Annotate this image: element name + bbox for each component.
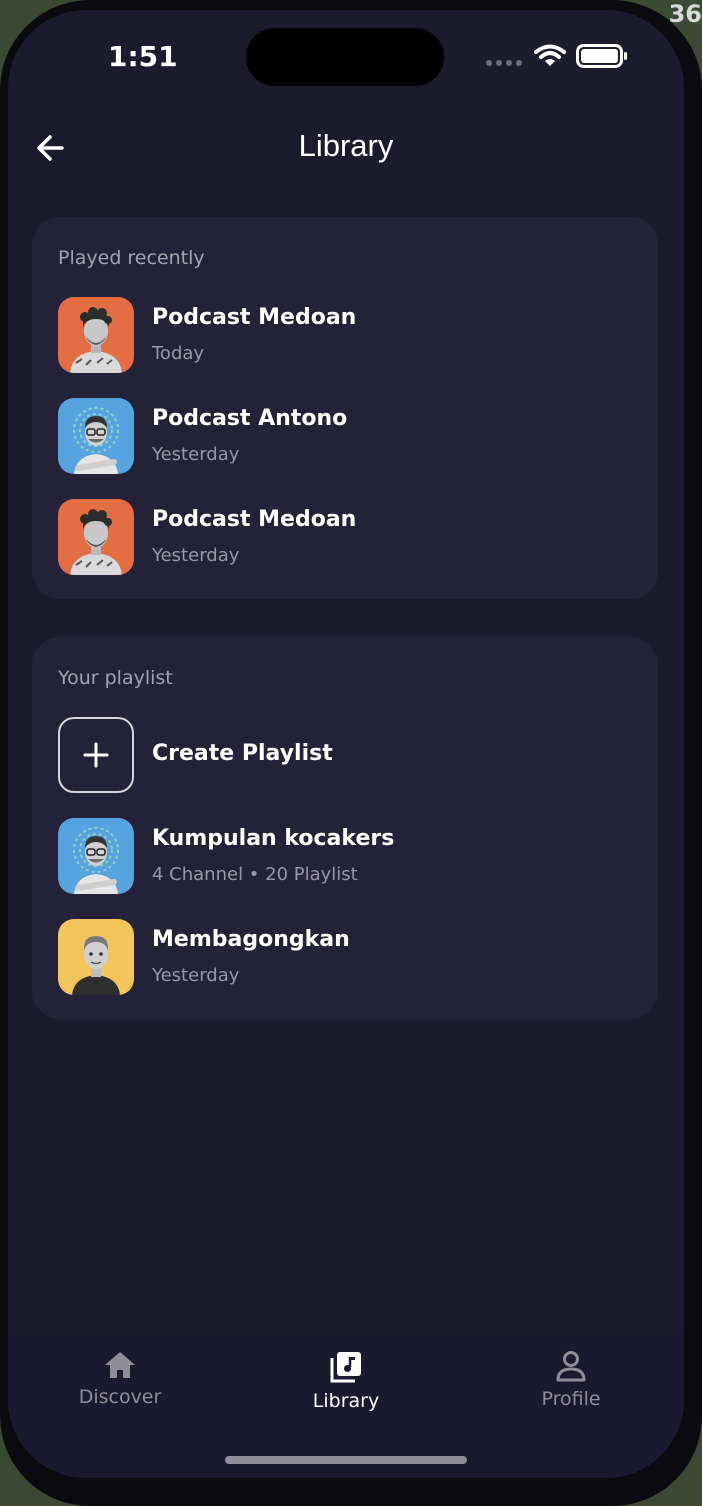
playlist-item[interactable]: Kumpulan kocakers 4 Channel • 20 Playlis… (58, 818, 638, 894)
create-playlist-box (58, 717, 134, 793)
podcast-thumbnail (58, 297, 134, 373)
profile-icon (556, 1351, 586, 1382)
podcast-thumbnail (58, 499, 134, 575)
wifi-icon (534, 44, 566, 66)
home-icon (105, 1352, 135, 1378)
tab-label: Profile (541, 1388, 601, 1410)
status-time: 1:51 (108, 40, 178, 73)
your-playlist-card: Your playlist Create Playlist Kumpulan k… (32, 637, 658, 1019)
tab-library[interactable]: Library (266, 1350, 426, 1420)
playlist-item[interactable]: Membagongkan Yesterday (58, 919, 638, 995)
tab-discover[interactable]: Discover (40, 1350, 200, 1420)
home-indicator[interactable] (225, 1456, 467, 1464)
tab-profile[interactable]: Profile (491, 1350, 651, 1420)
library-music-icon (330, 1352, 361, 1383)
played-recently-card: Played recently Podcast Medoan Today Pod… (32, 217, 658, 599)
phone-frame: 1:51 Library Played recently Podcast Med… (0, 0, 702, 1506)
item-subtitle: Yesterday (152, 545, 240, 566)
recent-item[interactable]: Podcast Medoan Today (58, 297, 638, 373)
item-subtitle: Today (152, 343, 205, 364)
podcast-thumbnail (58, 398, 134, 474)
dynamic-island (246, 28, 444, 86)
section-title: Played recently (58, 247, 205, 269)
item-subtitle: Yesterday (152, 965, 240, 986)
create-playlist-button[interactable]: Create Playlist (58, 717, 638, 793)
section-title: Your playlist (58, 667, 173, 689)
tab-label: Discover (78, 1386, 162, 1408)
app-screen: 1:51 Library Played recently Podcast Med… (8, 10, 684, 1478)
playlist-thumbnail (58, 818, 134, 894)
battery-icon (576, 44, 627, 68)
page-title: Library (298, 128, 394, 163)
item-title: Podcast Medoan (152, 305, 357, 330)
item-title: Membagongkan (152, 927, 350, 952)
recent-item[interactable]: Podcast Antono Yesterday (58, 398, 638, 474)
item-title: Podcast Antono (152, 406, 348, 431)
create-playlist-label: Create Playlist (152, 741, 333, 766)
plus-icon (83, 742, 109, 768)
item-title: Kumpulan kocakers (152, 826, 395, 851)
item-subtitle: Yesterday (152, 444, 240, 465)
cellular-signal-icon (486, 60, 522, 66)
tab-label: Library (312, 1390, 380, 1412)
playlist-thumbnail (58, 919, 134, 995)
item-title: Podcast Medoan (152, 507, 357, 532)
recent-item[interactable]: Podcast Medoan Yesterday (58, 499, 638, 575)
bottom-tab-bar: Discover Library Profile (8, 1334, 684, 1478)
item-subtitle: 4 Channel • 20 Playlist (152, 864, 358, 885)
